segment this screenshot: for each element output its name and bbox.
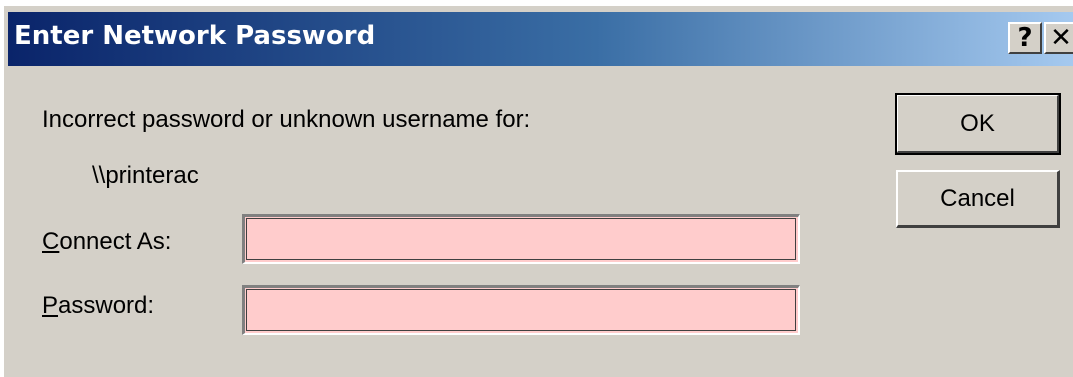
dialog-title: Enter Network Password — [14, 21, 376, 51]
network-password-dialog: Enter Network Password ? ✕ Incorrect pas… — [0, 0, 1073, 377]
connect-as-mnemonic: C — [42, 228, 60, 255]
connect-as-label-text: onnect As: — [59, 228, 172, 255]
title-bar[interactable]: Enter Network Password ? ✕ — [8, 12, 1073, 66]
cancel-button-label: Cancel — [940, 184, 1015, 212]
ok-button-label: OK — [960, 109, 995, 137]
resource-name: \\printerac — [92, 162, 199, 189]
close-icon: ✕ — [1050, 23, 1072, 53]
ok-button[interactable]: OK — [895, 93, 1061, 155]
cancel-button[interactable]: Cancel — [896, 170, 1060, 228]
password-label: Password: — [42, 292, 154, 320]
connect-as-input[interactable] — [242, 214, 800, 264]
password-mnemonic: P — [42, 292, 59, 319]
connect-as-label: Connect As: — [42, 228, 171, 256]
help-icon: ? — [1017, 23, 1033, 53]
error-message: Incorrect password or unknown username f… — [42, 106, 531, 133]
password-label-text: assword: — [58, 292, 155, 319]
help-button[interactable]: ? — [1008, 22, 1042, 54]
password-input[interactable] — [242, 285, 800, 335]
close-button[interactable]: ✕ — [1044, 22, 1073, 54]
